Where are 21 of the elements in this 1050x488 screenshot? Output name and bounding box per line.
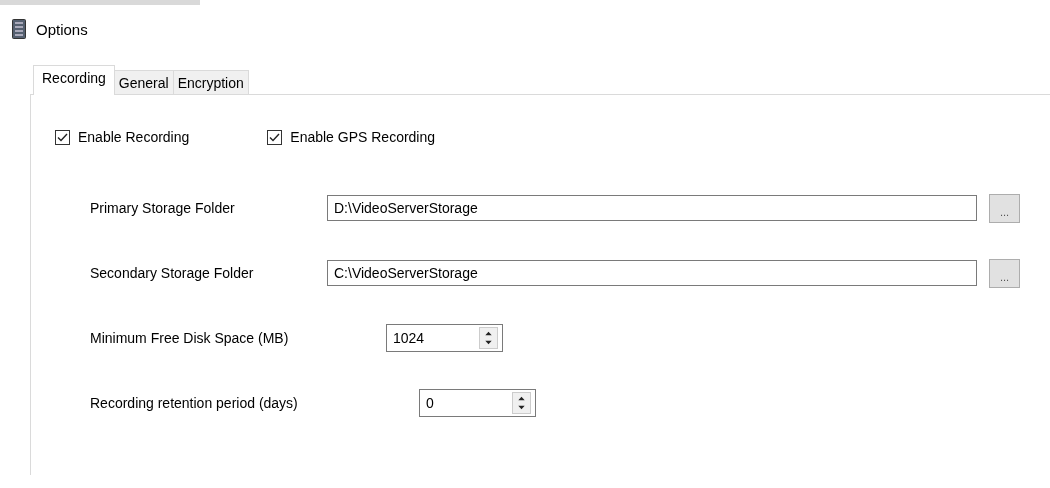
field-label: Minimum Free Disk Space (MB) bbox=[90, 330, 290, 346]
field-label: Recording retention period (days) bbox=[90, 395, 299, 411]
checkbox[interactable] bbox=[55, 129, 70, 145]
server-icon bbox=[12, 19, 26, 39]
field-label: Primary Storage Folder bbox=[90, 200, 236, 216]
input-field[interactable]: D:\VideoServerStorage bbox=[327, 195, 977, 221]
input-field[interactable]: C:\VideoServerStorage bbox=[327, 260, 977, 286]
spinner[interactable]: 0 bbox=[419, 389, 536, 417]
spinner[interactable]: 1024 bbox=[386, 324, 503, 352]
input-field[interactable]: 1024 bbox=[387, 326, 479, 350]
checkbox[interactable] bbox=[267, 129, 283, 145]
tab[interactable]: General bbox=[113, 70, 174, 94]
browse-button[interactable]: ... bbox=[989, 193, 1020, 223]
tab[interactable]: Recording bbox=[33, 65, 115, 95]
input-field[interactable]: 0 bbox=[420, 391, 512, 415]
browse-button[interactable]: ... bbox=[989, 258, 1020, 288]
field-label: Secondary Storage Folder bbox=[90, 265, 255, 281]
tab[interactable]: Encryption bbox=[172, 70, 249, 94]
checkbox-label: Enable GPS Recording bbox=[290, 129, 436, 145]
window-title: Options bbox=[36, 20, 88, 38]
checkbox-label: Enable Recording bbox=[78, 129, 190, 145]
